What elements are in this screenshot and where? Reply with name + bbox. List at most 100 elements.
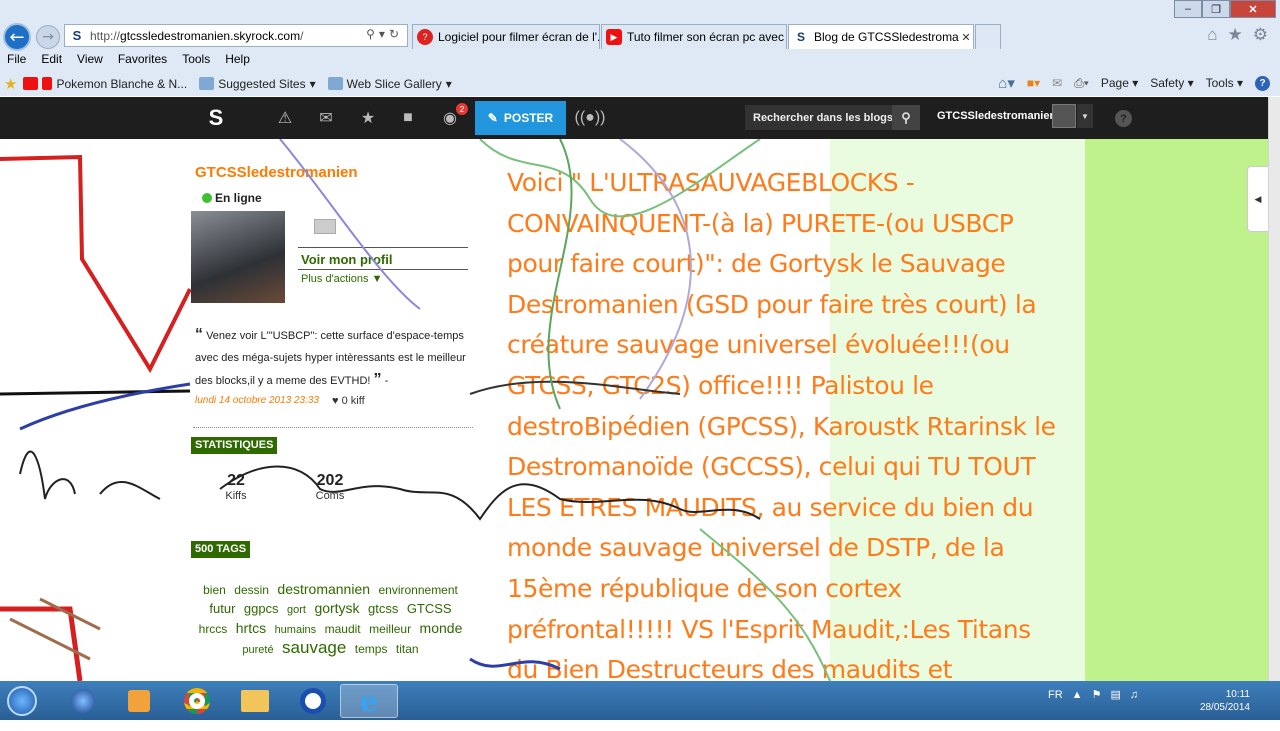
tag-link[interactable]: gort xyxy=(287,604,306,616)
close-tab-icon[interactable]: ✕ xyxy=(959,31,973,44)
chat-icon[interactable]: ■ xyxy=(388,97,428,139)
safety-menu[interactable]: Safety ▾ xyxy=(1150,76,1193,90)
tag-link[interactable]: temps xyxy=(355,642,388,656)
close-window-button[interactable]: ✕ xyxy=(1230,0,1276,18)
tag-link[interactable]: bien xyxy=(203,583,226,597)
print-icon[interactable]: ⎙▾ xyxy=(1074,76,1089,91)
google-earth-icon[interactable] xyxy=(54,684,112,718)
tag-link[interactable]: pureté xyxy=(242,644,273,656)
action-center-icon[interactable]: ⚑ xyxy=(1092,688,1102,701)
page-menu-label: Page xyxy=(1100,76,1129,90)
kiffs-stat[interactable]: 22 Kiffs xyxy=(218,472,254,502)
menu-favorites[interactable]: Favorites xyxy=(111,52,175,70)
tag-link[interactable]: maudit xyxy=(325,622,361,636)
page-menu[interactable]: Page ▾ xyxy=(1101,76,1138,90)
tag-link[interactable]: hrtcs xyxy=(236,620,266,636)
view-profile-link[interactable]: Voir mon profil xyxy=(301,252,392,267)
chrome-icon[interactable] xyxy=(168,684,226,718)
chevron-down-icon[interactable]: ▼ xyxy=(1077,104,1093,128)
rss-icon[interactable]: ■▾ xyxy=(1027,76,1040,90)
back-button[interactable]: ← xyxy=(3,23,31,51)
scrollbar[interactable] xyxy=(1268,97,1280,681)
more-actions-link[interactable]: Plus d'actions ▼ xyxy=(301,273,382,285)
menu-help[interactable]: Help xyxy=(218,52,258,70)
menu-file[interactable]: File xyxy=(0,52,34,70)
maximize-button[interactable]: ❐ xyxy=(1202,0,1230,18)
quote-date[interactable]: lundi 14 octobre 2013 23:33 xyxy=(195,395,319,406)
recorder-app-icon[interactable] xyxy=(284,684,342,718)
username[interactable]: GTCSSledestromanien xyxy=(937,110,1056,122)
youtube-icon: ▶ xyxy=(606,29,622,45)
menu-bar: File Edit View Favorites Tools Help xyxy=(0,52,258,70)
divider xyxy=(298,269,468,270)
alert-icon[interactable]: ⚠ xyxy=(265,97,305,139)
mail-icon[interactable]: ✉ xyxy=(1052,76,1062,90)
mail-icon[interactable]: ✉ xyxy=(306,97,346,139)
tools-menu[interactable]: Tools ▾ xyxy=(1206,76,1243,90)
poster-button[interactable]: ✎ POSTER xyxy=(475,101,566,135)
favorites-star-icon[interactable]: ★ xyxy=(4,75,17,93)
tag-link[interactable]: futur xyxy=(209,601,235,616)
command-bar: ⌂▾ ■▾ ✉ ⎙▾ Page ▾ Safety ▾ Tools ▾ ? xyxy=(998,74,1270,92)
tag-link[interactable]: sauvage xyxy=(282,638,346,657)
tab-logiciel[interactable]: ? Logiciel pour filmer écran de l'... xyxy=(412,24,600,49)
fav-pokemon[interactable]: Pokemon Blanche & N... xyxy=(23,77,187,91)
minimize-button[interactable]: – xyxy=(1174,0,1202,18)
search-icon[interactable]: ⚲ xyxy=(892,105,920,130)
tag-link[interactable]: environnement xyxy=(378,583,457,597)
volume-icon[interactable]: ♫ xyxy=(1130,689,1138,701)
tag-link[interactable]: destromannien xyxy=(277,581,370,597)
tag-link[interactable]: monde xyxy=(420,620,463,636)
tag-link[interactable]: dessin xyxy=(234,583,269,597)
blog-search-input[interactable]: Rechercher dans les blogs ⚲ xyxy=(745,105,920,130)
mail-icon[interactable] xyxy=(314,219,336,234)
kiff-counter[interactable]: ♥ 0 kiff xyxy=(332,395,365,407)
tag-link[interactable]: ggpcs xyxy=(244,601,279,616)
tag-link[interactable]: titan xyxy=(396,642,419,656)
tag-link[interactable]: meilleur xyxy=(369,622,411,636)
start-button[interactable] xyxy=(0,684,44,718)
address-bar[interactable]: S http://gtcssledestromanien.skyrock.com… xyxy=(64,24,408,47)
clock[interactable]: 10:11 28/05/2014 xyxy=(1198,688,1250,714)
tag-link[interactable]: gtcss xyxy=(368,601,398,616)
language-indicator[interactable]: FR xyxy=(1048,689,1063,701)
menu-view[interactable]: View xyxy=(70,52,111,70)
page-icon xyxy=(327,77,343,90)
address-tools-icon[interactable]: ⚲▾↻ xyxy=(366,27,403,41)
tab-blog[interactable]: S Blog de GTCSSledestroman... ✕ xyxy=(788,24,974,49)
fav-webslice[interactable]: Web Slice Gallery ▾ xyxy=(327,77,452,91)
friends-icon[interactable]: ★ xyxy=(348,97,388,139)
fav-suggested[interactable]: Suggested Sites ▾ xyxy=(199,77,316,91)
menu-tools[interactable]: Tools xyxy=(175,52,218,70)
new-tab-button[interactable] xyxy=(975,24,1001,49)
skyrock-logo-icon[interactable]: S xyxy=(196,97,236,139)
forward-button[interactable]: → xyxy=(36,25,60,49)
tag-link[interactable]: gortysk xyxy=(314,600,359,616)
help-icon[interactable]: ? xyxy=(1115,110,1132,127)
gear-icon[interactable]: ⚙ xyxy=(1253,25,1268,45)
post-text: Voici " L'ULTRASAUVAGEBLOCKS -CONVAINQUE… xyxy=(507,168,1056,725)
coms-stat[interactable]: 202 Coms xyxy=(312,472,348,502)
menu-edit[interactable]: Edit xyxy=(34,52,70,70)
home-icon[interactable]: ⌂ xyxy=(1207,25,1217,45)
tag-link[interactable]: GTCSS xyxy=(407,601,452,616)
profile-photo[interactable] xyxy=(191,211,285,303)
help-icon[interactable]: ? xyxy=(1255,75,1270,91)
tag-link[interactable]: hrccs xyxy=(199,622,228,636)
internet-explorer-icon[interactable]: e xyxy=(340,684,398,718)
visits-eye-icon[interactable]: ◉ 2 xyxy=(430,97,470,139)
tag-link[interactable]: humains xyxy=(275,624,317,636)
network-icon[interactable]: ▤ xyxy=(1110,688,1120,701)
avatar[interactable] xyxy=(1052,104,1076,128)
favorites-star-icon[interactable]: ★ xyxy=(1228,25,1243,45)
media-player-icon[interactable] xyxy=(110,684,168,718)
heart-icon: ♥ xyxy=(332,395,339,407)
blog-name[interactable]: GTCSSledestromanien xyxy=(195,164,358,181)
tray-expand-icon[interactable]: ▲ xyxy=(1072,689,1083,701)
home-icon[interactable]: ⌂▾ xyxy=(998,74,1015,92)
kiff-count: 0 kiff xyxy=(341,395,365,407)
file-explorer-icon[interactable] xyxy=(226,684,284,718)
side-panel-toggle[interactable]: ◀ xyxy=(1247,166,1268,232)
tab-tuto[interactable]: ▶ Tuto filmer son écran pc avec ... xyxy=(601,24,787,49)
live-icon[interactable]: ((●)) xyxy=(570,97,610,139)
